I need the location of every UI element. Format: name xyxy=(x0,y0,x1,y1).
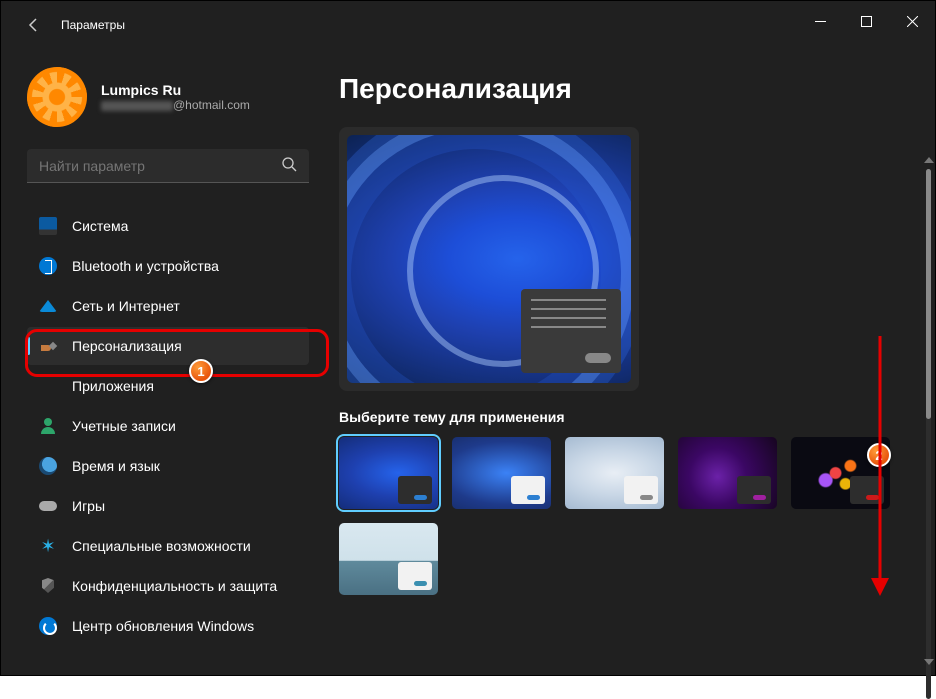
user-block[interactable]: Lumpics Ru @hotmail.com xyxy=(27,67,311,127)
nav-label: Специальные возможности xyxy=(72,538,251,554)
nav-label: Конфиденциальность и защита xyxy=(72,578,277,594)
theme-grid xyxy=(339,437,931,595)
scroll-up-arrow[interactable] xyxy=(924,157,934,163)
nav-label: Игры xyxy=(72,498,105,514)
search-icon xyxy=(282,157,297,175)
user-name: Lumpics Ru xyxy=(101,82,250,98)
nav-label: Bluetooth и устройства xyxy=(72,258,219,274)
nav-label: Учетные записи xyxy=(72,418,176,434)
nav-list: Система Bluetooth и устройства Сеть и Ин… xyxy=(27,207,311,645)
theme-tile-4[interactable] xyxy=(678,437,777,509)
theme-mini-preview xyxy=(850,476,884,504)
close-button[interactable] xyxy=(889,1,935,41)
theme-tile-2[interactable] xyxy=(452,437,551,509)
nav-label: Центр обновления Windows xyxy=(72,618,254,634)
monitor-icon xyxy=(39,217,57,235)
theme-mini-preview xyxy=(398,562,432,590)
window-preview-overlay xyxy=(521,289,621,373)
user-email-obscured xyxy=(101,101,173,111)
scrollbar-thumb[interactable] xyxy=(926,169,931,419)
theme-mini-preview xyxy=(398,476,432,504)
theme-tile-1[interactable] xyxy=(339,437,438,509)
nav-label: Персонализация xyxy=(72,338,182,354)
wifi-icon xyxy=(39,297,57,315)
nav-item-apps[interactable]: Приложения xyxy=(27,367,309,405)
nav-item-bluetooth[interactable]: Bluetooth и устройства xyxy=(27,247,309,285)
nav-label: Система xyxy=(72,218,128,234)
settings-window: Параметры Lumpics Ru @hotmail.com xyxy=(0,0,936,676)
scroll-down-arrow[interactable] xyxy=(924,659,934,665)
avatar xyxy=(27,67,87,127)
brush-icon xyxy=(39,337,57,355)
titlebar: Параметры xyxy=(1,1,935,49)
window-controls xyxy=(797,1,935,41)
apps-icon xyxy=(39,377,57,395)
desktop-preview xyxy=(339,127,639,391)
nav-item-gaming[interactable]: Игры xyxy=(27,487,309,525)
maximize-button[interactable] xyxy=(843,1,889,41)
shield-icon xyxy=(39,577,57,595)
nav-label: Сеть и Интернет xyxy=(72,298,180,314)
nav-label: Приложения xyxy=(72,378,154,394)
nav-item-time-language[interactable]: Время и язык xyxy=(27,447,309,485)
globe-clock-icon xyxy=(39,457,57,475)
update-icon xyxy=(39,617,57,635)
nav-item-accessibility[interactable]: ✶ Специальные возможности xyxy=(27,527,309,565)
nav-item-network[interactable]: Сеть и Интернет xyxy=(27,287,309,325)
search-input[interactable] xyxy=(39,158,282,174)
theme-tile-5[interactable] xyxy=(791,437,890,509)
nav-item-accounts[interactable]: Учетные записи xyxy=(27,407,309,445)
search-box[interactable] xyxy=(27,149,309,183)
accessibility-icon: ✶ xyxy=(39,537,57,555)
main-area: Персонализация Выберите тему для примене… xyxy=(321,49,935,675)
nav-item-personalization[interactable]: Персонализация xyxy=(27,327,309,365)
user-email: @hotmail.com xyxy=(101,98,250,112)
nav-item-system[interactable]: Система xyxy=(27,207,309,245)
window-title: Параметры xyxy=(61,18,125,32)
scrollbar[interactable] xyxy=(926,169,931,699)
content: Lumpics Ru @hotmail.com Система xyxy=(1,49,935,675)
theme-mini-preview xyxy=(737,476,771,504)
user-icon xyxy=(39,417,57,435)
theme-mini-preview xyxy=(624,476,658,504)
sidebar: Lumpics Ru @hotmail.com Система xyxy=(1,49,321,675)
minimize-button[interactable] xyxy=(797,1,843,41)
gamepad-icon xyxy=(39,497,57,515)
theme-tile-3[interactable] xyxy=(565,437,664,509)
nav-item-privacy[interactable]: Конфиденциальность и защита xyxy=(27,567,309,605)
page-heading: Персонализация xyxy=(339,73,931,105)
back-button[interactable] xyxy=(19,10,49,40)
bluetooth-icon xyxy=(39,257,57,275)
theme-mini-preview xyxy=(511,476,545,504)
nav-label: Время и язык xyxy=(72,458,160,474)
theme-tile-6[interactable] xyxy=(339,523,438,595)
theme-section-label: Выберите тему для применения xyxy=(339,409,931,425)
nav-item-update[interactable]: Центр обновления Windows xyxy=(27,607,309,645)
